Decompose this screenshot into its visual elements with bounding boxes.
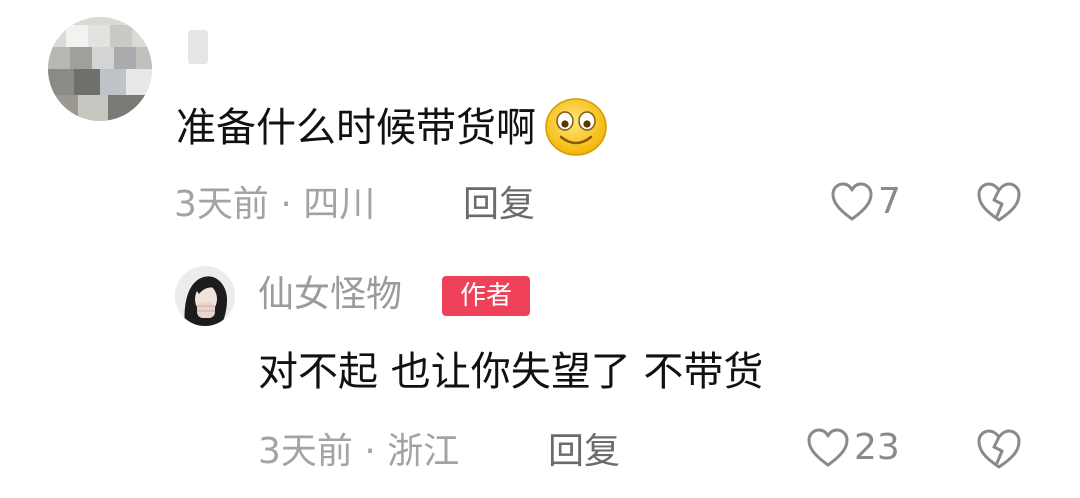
reply-button[interactable]: 回复 <box>463 183 535 227</box>
comment-content: 准备什么时候带货啊 <box>176 97 608 160</box>
like-button[interactable]: 7 <box>830 180 901 224</box>
author-badge: 作者 <box>442 276 530 316</box>
reply-button[interactable]: 回复 <box>548 430 620 474</box>
comment-text: 准备什么时候带货啊 <box>176 105 536 151</box>
broken-heart-icon <box>977 429 1021 469</box>
like-count: 23 <box>854 427 900 468</box>
heart-outline-icon <box>831 182 873 221</box>
broken-heart-icon <box>977 182 1021 222</box>
commenter-name[interactable] <box>188 30 208 64</box>
author-avatar[interactable] <box>175 266 235 326</box>
dislike-button[interactable] <box>975 427 1023 475</box>
like-count: 7 <box>878 181 901 222</box>
like-button[interactable]: 23 <box>806 426 900 470</box>
heart-outline-icon <box>807 428 849 467</box>
author-name[interactable]: 仙女怪物 <box>258 273 402 317</box>
blurred-avatar-icon <box>48 17 152 121</box>
commenter-avatar[interactable] <box>48 17 152 121</box>
profile-photo-icon <box>175 266 235 326</box>
smile-emoji-icon <box>544 97 608 157</box>
reply-text: 对不起 也让你失望了 不带货 <box>258 349 764 395</box>
dislike-button[interactable] <box>975 180 1023 228</box>
reply-meta: 3天前 · 浙江 <box>258 431 460 472</box>
comment-meta: 3天前 · 四川 <box>174 184 376 225</box>
